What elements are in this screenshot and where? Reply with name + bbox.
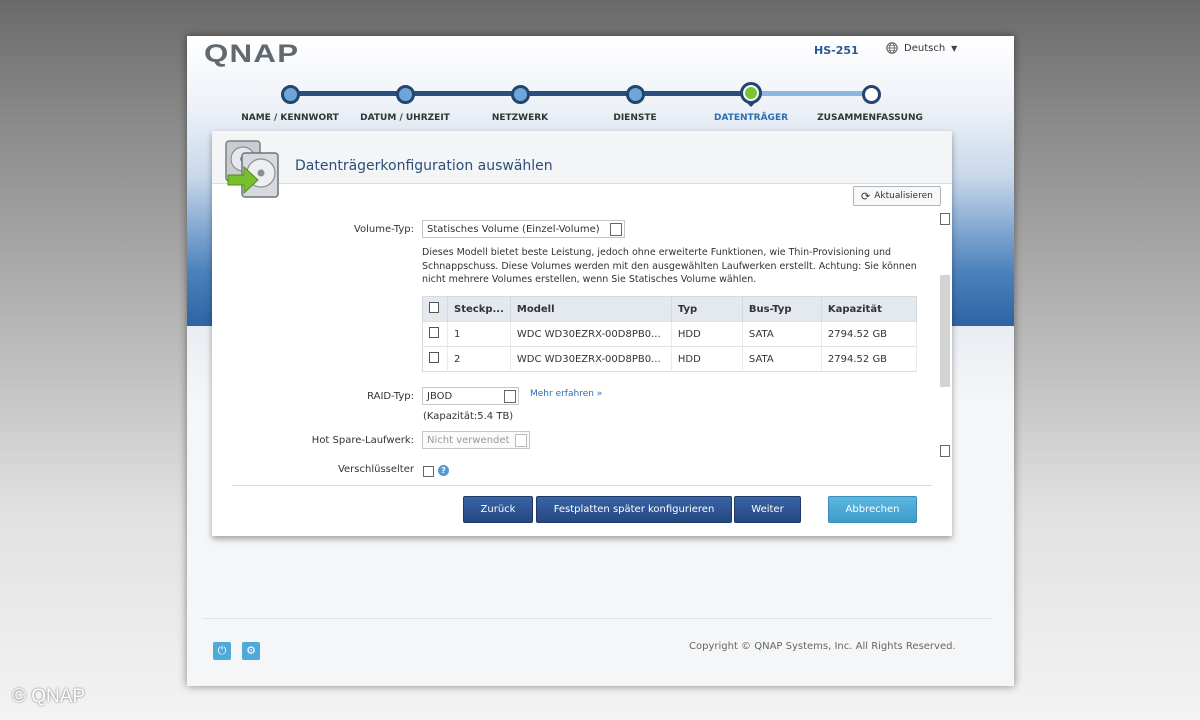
cell-slot: 2 xyxy=(447,346,511,372)
column-header-slot[interactable]: Steckp... xyxy=(447,296,511,322)
step-label-2: DATUM / UHRZEIT xyxy=(360,113,450,123)
copyright-text: Copyright © QNAP Systems, Inc. All Right… xyxy=(689,641,956,652)
next-button[interactable]: Weiter xyxy=(734,496,801,523)
hot-spare-label: Hot Spare-Laufwerk: xyxy=(311,435,414,446)
select-all-checkbox[interactable] xyxy=(429,302,439,313)
raid-type-select[interactable]: JBOD xyxy=(422,387,519,405)
column-header-capacity[interactable]: Kapazität xyxy=(821,296,918,322)
hot-spare-select[interactable]: Nicht verwendet xyxy=(422,431,530,449)
cell-bus: SATA xyxy=(742,346,822,372)
dropdown-icon xyxy=(610,223,622,236)
power-icon: ⏻ xyxy=(217,644,227,657)
table-row[interactable]: 2 WDC WD30EZRX-00D8PB0... HDD SATA 2794.… xyxy=(422,346,918,372)
step-label-6: ZUSAMMENFASSUNG xyxy=(817,113,923,123)
step-dot-3 xyxy=(511,85,530,104)
cancel-button[interactable]: Abbrechen xyxy=(828,496,917,523)
refresh-label: Aktualisieren xyxy=(874,191,933,201)
step-dot-5 xyxy=(740,82,762,104)
footer-divider xyxy=(202,618,992,619)
raid-type-label: RAID-Typ: xyxy=(367,391,414,402)
step-label-4: DIENSTE xyxy=(613,113,657,123)
dropdown-icon xyxy=(504,390,516,403)
volume-description: Dieses Modell bietet beste Leistung, jed… xyxy=(422,247,917,285)
active-step-pointer xyxy=(746,102,756,107)
cell-model: WDC WD30EZRX-00D8PB0... xyxy=(510,346,672,372)
app-window: QNAP HS-251 Deutsch ▼ NAME / KENNWORT DA… xyxy=(187,36,1014,686)
volume-type-value: Statisches Volume (Einzel-Volume) xyxy=(427,223,600,235)
cell-capacity: 2794.52 GB xyxy=(821,321,918,347)
step-dot-4 xyxy=(626,85,645,104)
column-header-model[interactable]: Modell xyxy=(510,296,672,322)
encryption-checkbox[interactable] xyxy=(423,466,434,477)
step-dot-2 xyxy=(396,85,415,104)
cell-bus: SATA xyxy=(742,321,822,347)
dropdown-icon xyxy=(515,434,527,447)
select-all-cell[interactable] xyxy=(422,296,448,322)
hard-disk-icon xyxy=(225,140,279,198)
row-checkbox[interactable] xyxy=(429,352,439,363)
image-credit: © QNAP xyxy=(12,686,86,707)
panel-title: Datenträgerkonfiguration auswählen xyxy=(295,158,553,174)
settings-button[interactable]: ⚙ xyxy=(242,642,260,660)
volume-type-label: Volume-Typ: xyxy=(353,224,414,235)
raid-type-value: JBOD xyxy=(427,390,453,402)
scroll-down-button[interactable] xyxy=(940,445,950,457)
column-header-type[interactable]: Typ xyxy=(671,296,743,322)
scrollbar-thumb[interactable] xyxy=(940,275,950,387)
cell-type: HDD xyxy=(671,321,743,347)
hot-spare-value: Nicht verwendet xyxy=(427,434,510,446)
encryption-label: Verschlüsselter xyxy=(337,464,414,475)
vertical-scrollbar[interactable] xyxy=(939,213,951,457)
row-checkbox-cell[interactable] xyxy=(422,346,448,372)
wizard-progress: NAME / KENNWORT DATUM / UHRZEIT NETZWERK… xyxy=(187,36,1014,136)
gear-icon: ⚙ xyxy=(246,644,256,657)
row-checkbox-cell[interactable] xyxy=(422,321,448,347)
scroll-up-button[interactable] xyxy=(940,213,950,225)
row-checkbox[interactable] xyxy=(429,327,439,338)
cell-capacity: 2794.52 GB xyxy=(821,346,918,372)
cell-slot: 1 xyxy=(447,321,511,347)
capacity-text: (Kapazität:5.4 TB) xyxy=(423,411,514,422)
step-dot-1 xyxy=(281,85,300,104)
cell-model: WDC WD30EZRX-00D8PB0... xyxy=(510,321,672,347)
step-label-5: DATENTRÄGER xyxy=(713,113,789,123)
learn-more-link[interactable]: Mehr erfahren » xyxy=(530,389,602,399)
step-label-1: NAME / KENNWORT xyxy=(241,113,339,123)
cell-type: HDD xyxy=(671,346,743,372)
disk-table: Steckp... Modell Typ Bus-Typ Kapazität 1… xyxy=(422,296,918,372)
step-label-3: NETZWERK xyxy=(491,113,549,123)
progress-line-remaining xyxy=(750,91,870,96)
table-row[interactable]: 1 WDC WD30EZRX-00D8PB0... HDD SATA 2794.… xyxy=(422,321,918,347)
help-icon[interactable]: ? xyxy=(438,465,449,476)
power-button[interactable]: ⏻ xyxy=(213,642,231,660)
refresh-button[interactable]: ⟳ Aktualisieren xyxy=(853,186,941,206)
step-dot-6 xyxy=(862,85,881,104)
configure-later-button[interactable]: Festplatten später konfigurieren xyxy=(536,496,732,523)
refresh-icon: ⟳ xyxy=(861,189,871,203)
volume-type-select[interactable]: Statisches Volume (Einzel-Volume) xyxy=(422,220,625,238)
panel-divider xyxy=(232,485,932,486)
back-button[interactable]: Zurück xyxy=(463,496,533,523)
table-header-row: Steckp... Modell Typ Bus-Typ Kapazität xyxy=(422,296,918,322)
disk-config-panel: Datenträgerkonfiguration auswählen ⟳ Akt… xyxy=(212,131,952,536)
column-header-bus[interactable]: Bus-Typ xyxy=(742,296,822,322)
